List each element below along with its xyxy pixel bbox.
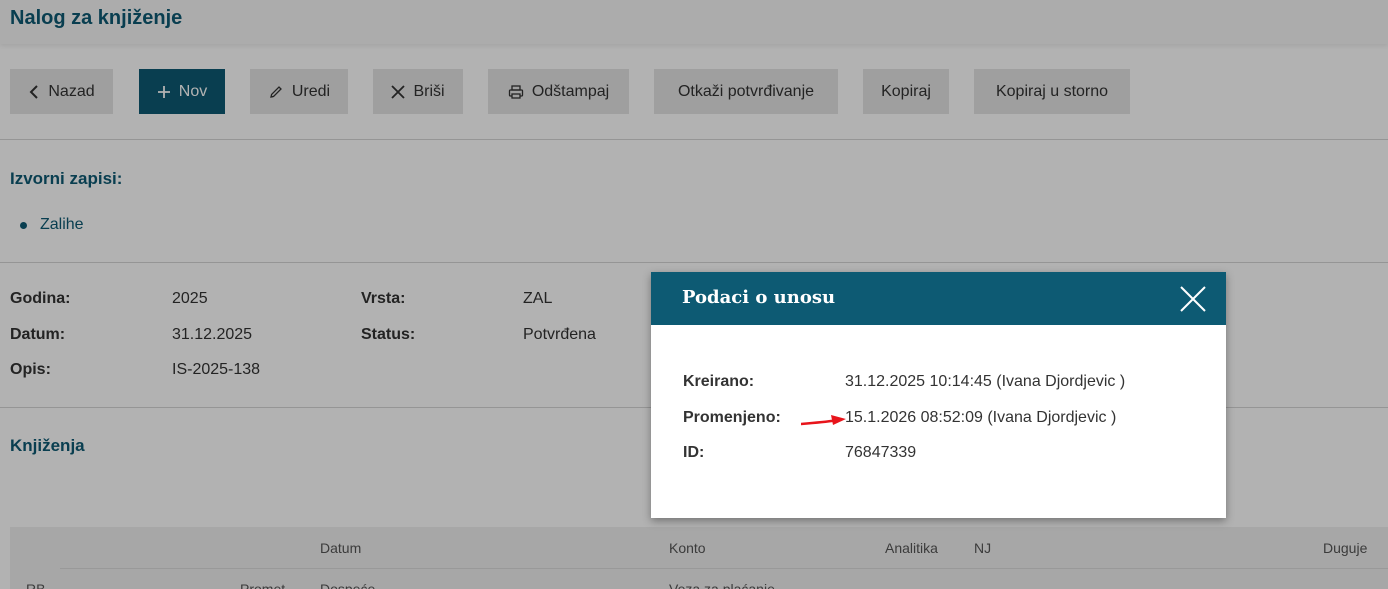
close-button[interactable] — [1178, 284, 1208, 314]
red-arrow-icon — [799, 412, 847, 433]
created-label: Kreirano: — [683, 373, 755, 390]
id-value: 76847339 — [845, 444, 917, 461]
id-label: ID: — [683, 444, 705, 461]
dialog-header: Podaci o unosu — [651, 272, 1226, 325]
page: Nalog za knjiženje Nazad Nov Uredi Briši… — [0, 0, 1388, 589]
dialog-title: Podaci o unosu — [682, 287, 836, 308]
changed-value: 15.1.2026 08:52:09 (Ivana Djordjevic ) — [845, 409, 1117, 426]
entry-info-dialog: Podaci o unosu Kreirano: 31.12.2025 10:1… — [651, 272, 1226, 518]
created-value: 31.12.2025 10:14:45 (Ivana Djordjevic ) — [845, 373, 1126, 390]
changed-label: Promenjeno: — [683, 409, 781, 426]
close-icon — [1178, 286, 1208, 317]
